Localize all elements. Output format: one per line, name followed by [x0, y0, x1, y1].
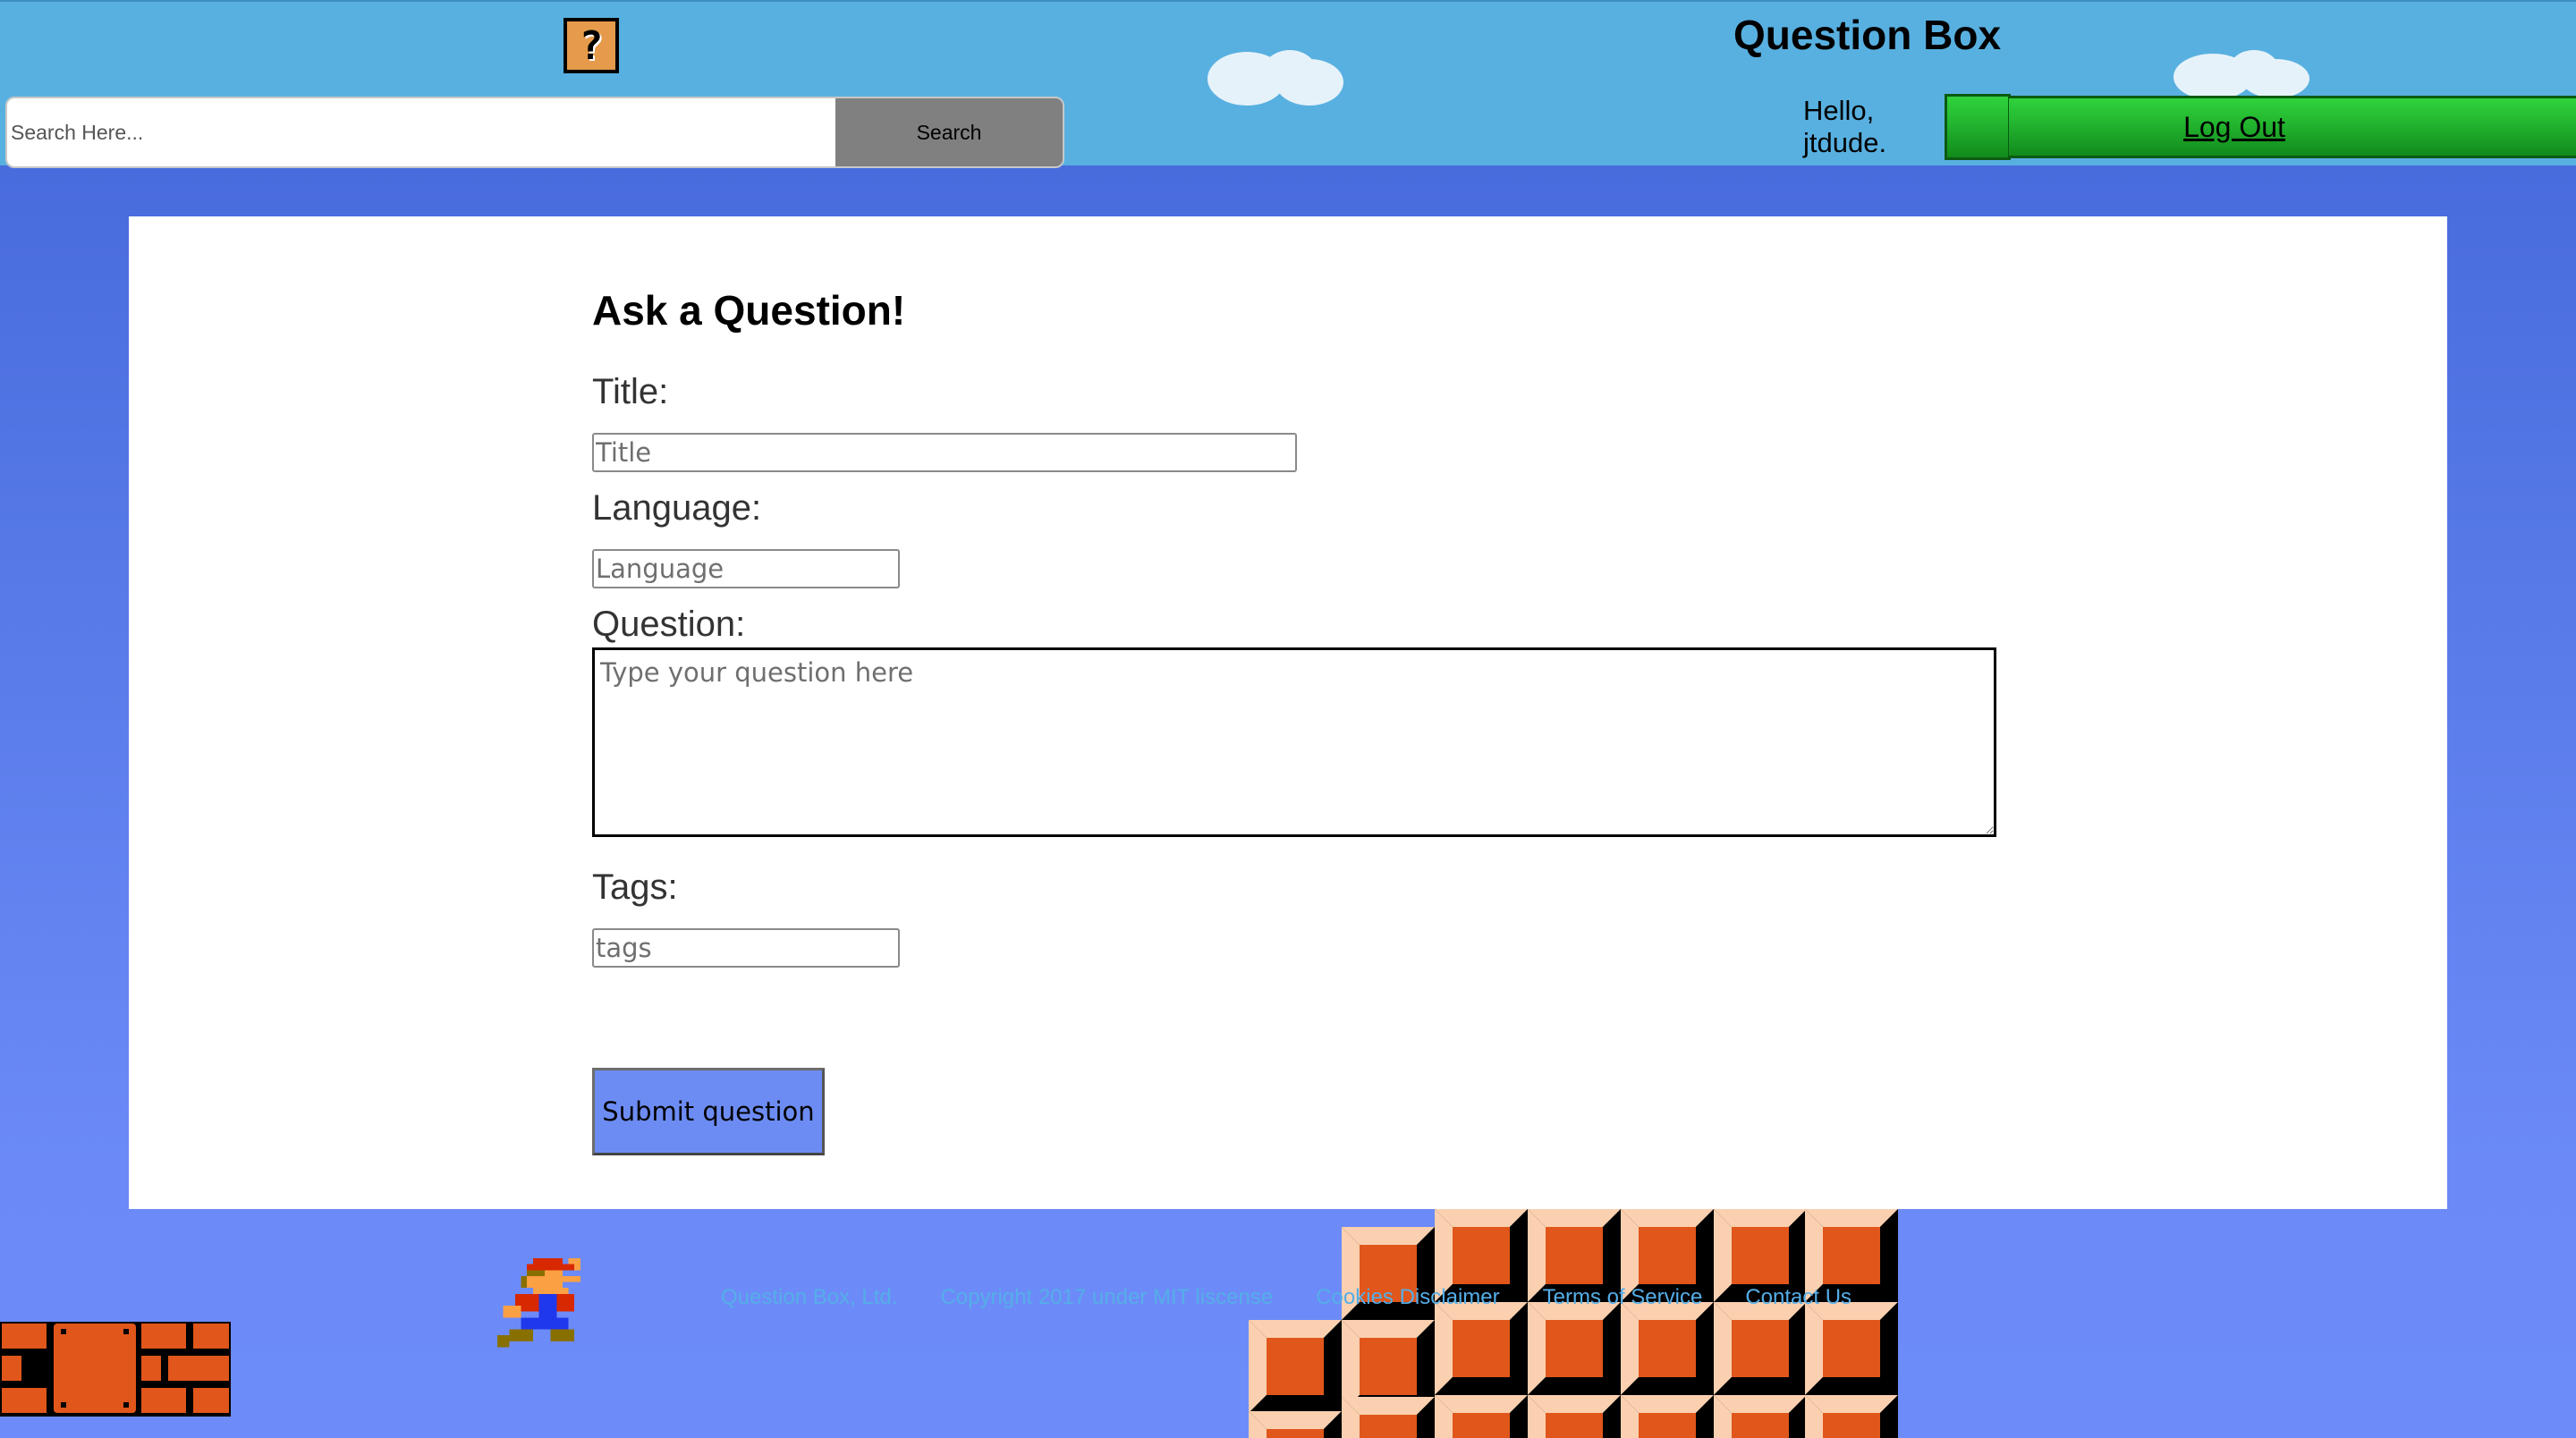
tags-label: Tags:	[592, 867, 678, 907]
mario-sprite-icon	[497, 1258, 580, 1348]
question-textarea[interactable]	[592, 647, 1996, 837]
greeting-username: jtdude.	[1803, 127, 1887, 158]
greeting-hello: Hello,	[1803, 95, 1875, 126]
question-label: Question:	[592, 605, 746, 644]
brick-block-icon	[0, 1322, 231, 1417]
footer-link-copyright[interactable]: Copyright 2017 under MIT liscense	[940, 1285, 1273, 1310]
pipe-body: Log Out	[2009, 96, 2576, 158]
cloud-icon	[2174, 50, 2309, 100]
stair-blocks-icon	[1249, 1209, 1898, 1438]
footer-link-terms[interactable]: Terms of Service	[1543, 1285, 1703, 1310]
language-label: Language:	[592, 488, 762, 528]
footer-links: Question Box, Ltd. Copyright 2017 under …	[721, 1285, 1894, 1310]
logout-link[interactable]: Log Out	[2183, 111, 2285, 144]
title-label: Title:	[592, 372, 669, 411]
language-input[interactable]	[592, 549, 900, 588]
tags-input[interactable]	[592, 928, 900, 968]
ask-question-card: Ask a Question! Title: Language: Questio…	[129, 216, 2447, 1209]
submit-question-button[interactable]: Submit question	[592, 1068, 825, 1155]
footer-link-company[interactable]: Question Box, Ltd.	[721, 1285, 897, 1310]
logout-pipe[interactable]: Log Out	[1945, 94, 2576, 160]
cloud-icon	[1208, 50, 1343, 106]
search-bar: Search	[5, 97, 1064, 168]
search-button[interactable]: Search	[835, 98, 1063, 166]
footer-link-cookies[interactable]: Cookies Disclaimer	[1316, 1285, 1499, 1310]
user-greeting: Hello, jtdude.	[1803, 95, 1937, 159]
page-title: Ask a Question!	[592, 287, 906, 334]
site-title: Question Box	[1733, 12, 2002, 58]
footer-link-contact[interactable]: Contact Us	[1745, 1285, 1852, 1310]
search-input[interactable]	[7, 98, 835, 166]
title-input[interactable]	[592, 433, 1297, 472]
pipe-lip	[1945, 94, 2011, 160]
question-block-icon[interactable]: ?	[564, 18, 619, 73]
question-block-glyph: ?	[579, 22, 604, 69]
site-header: ? Search Question Box Hello, jtdude. Log…	[0, 0, 2576, 168]
